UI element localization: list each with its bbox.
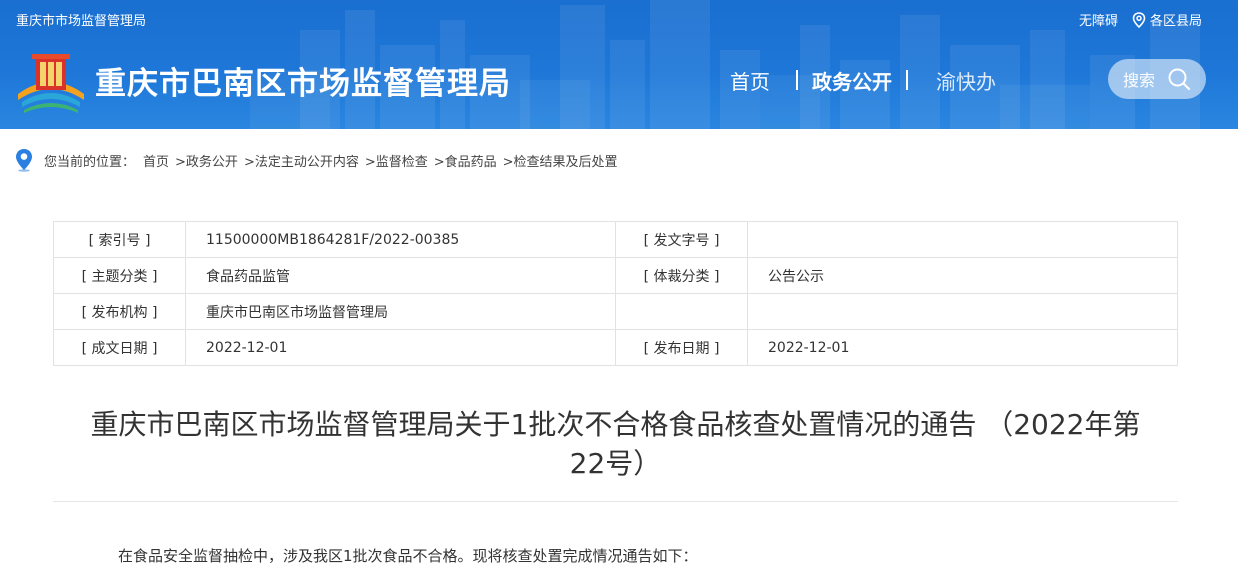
genre-category-value: 公告公示 <box>747 257 1178 294</box>
table-row: [ 主题分类 ] 食品药品监管 [ 体裁分类 ] 公告公示 <box>53 257 1178 294</box>
article-title: 重庆市巴南区市场监督管理局关于1批次不合格食品核查处置情况的通告 （2022年第… <box>53 405 1178 483</box>
search-button[interactable]: 搜索 <box>1108 59 1206 99</box>
nav-government-affairs[interactable]: 政务公开 <box>812 66 892 95</box>
parent-org-link[interactable]: 重庆市市场监督管理局 <box>16 10 146 29</box>
article-title-line: 22号） <box>569 447 662 480</box>
search-icon <box>1168 68 1191 91</box>
topbar-links: 无障碍 各区县局 <box>1079 10 1202 29</box>
main-nav: 首页 政务公开 渝快办 <box>730 64 996 96</box>
nav-yukuaiban[interactable]: 渝快办 <box>936 66 996 95</box>
breadcrumb-item-supervision-inspection[interactable]: >监督检查 <box>365 151 428 170</box>
location-pin-icon <box>16 149 32 172</box>
topic-category-value: 食品药品监管 <box>185 257 616 294</box>
site-header: 重庆市市场监督管理局 无障碍 各区县局 重庆市巴南区市场监督管理局 首页 政务公… <box>0 0 1238 129</box>
publish-date-value: 2022-12-01 <box>747 329 1178 366</box>
breadcrumb-item-inspection-results[interactable]: >检查结果及后处置 <box>503 151 618 170</box>
breadcrumb: 您当前的位置： 首页 >政务公开 >法定主动公开内容 >监督检查 >食品药品 >… <box>14 148 624 172</box>
nav-divider <box>906 70 908 90</box>
breadcrumb-item-government-affairs[interactable]: >政务公开 <box>175 151 238 170</box>
divider <box>53 501 1178 502</box>
table-row: [ 成文日期 ] 2022-12-01 [ 发布日期 ] 2022-12-01 <box>53 329 1178 366</box>
breadcrumb-item-food-drugs[interactable]: >食品药品 <box>434 151 497 170</box>
district-bureaus-label: 各区县局 <box>1149 14 1202 29</box>
empty-cell <box>615 293 748 330</box>
genre-category-key: [ 体裁分类 ] <box>615 257 748 294</box>
table-row: [ 索引号 ] 11500000MB1864281F/2022-00385 [ … <box>53 221 1178 258</box>
document-info-table: [ 索引号 ] 11500000MB1864281F/2022-00385 [ … <box>53 221 1178 366</box>
creation-date-key: [ 成文日期 ] <box>53 329 186 366</box>
topic-category-key: [ 主题分类 ] <box>53 257 186 294</box>
publisher-key: [ 发布机构 ] <box>53 293 186 330</box>
index-number-value: 11500000MB1864281F/2022-00385 <box>185 221 616 258</box>
location-pin-icon <box>1132 11 1146 28</box>
nav-home[interactable]: 首页 <box>730 66 770 95</box>
publish-date-key: [ 发布日期 ] <box>615 329 748 366</box>
publisher-value: 重庆市巴南区市场监督管理局 <box>185 293 616 330</box>
breadcrumb-item-home[interactable]: 首页 <box>143 151 169 170</box>
article-paragraph: 在食品安全监督抽检中，涉及我区1批次食品不合格。现将核查处置完成情况通告如下： <box>118 547 698 565</box>
creation-date-value: 2022-12-01 <box>185 329 616 366</box>
accessibility-link[interactable]: 无障碍 <box>1079 10 1118 29</box>
empty-cell <box>747 293 1178 330</box>
district-bureaus-link[interactable]: 各区县局 <box>1132 10 1202 29</box>
document-number-value <box>747 221 1178 258</box>
breadcrumb-label: 您当前的位置： <box>44 154 136 170</box>
index-number-key: [ 索引号 ] <box>53 221 186 258</box>
bureau-logo-icon[interactable] <box>14 50 88 114</box>
site-title[interactable]: 重庆市巴南区市场监督管理局 <box>95 58 511 103</box>
breadcrumb-item-statutory-disclosure[interactable]: >法定主动公开内容 <box>244 151 359 170</box>
search-label: 搜索 <box>1122 71 1155 90</box>
document-number-key: [ 发文字号 ] <box>615 221 748 258</box>
article-title-line: 重庆市巴南区市场监督管理局关于1批次不合格食品核查处置情况的通告 （2022年第 <box>90 408 1141 441</box>
nav-divider <box>796 70 798 90</box>
table-row: [ 发布机构 ] 重庆市巴南区市场监督管理局 <box>53 293 1178 330</box>
